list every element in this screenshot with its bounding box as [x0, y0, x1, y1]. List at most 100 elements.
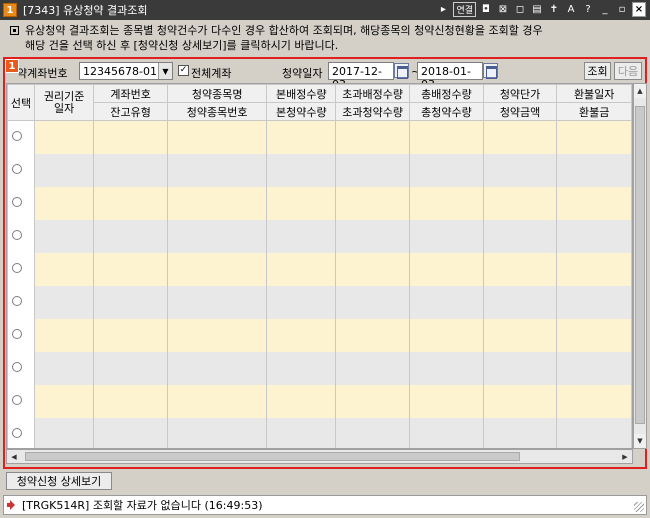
- row-radio[interactable]: [12, 295, 22, 306]
- table-cell: [93, 318, 168, 352]
- row-radio[interactable]: [12, 262, 22, 273]
- table-cell: [166, 417, 268, 448]
- mail-icon[interactable]: ⊠: [496, 2, 510, 17]
- table-cell: [556, 318, 632, 352]
- table-row[interactable]: [7, 219, 632, 253]
- table-cell: [33, 351, 95, 385]
- pin-icon[interactable]: ✝: [547, 2, 561, 17]
- screen-number-icon: 1: [3, 3, 17, 17]
- table-cell: [409, 384, 484, 418]
- table-row[interactable]: [7, 186, 632, 220]
- table-cell: [93, 120, 168, 154]
- vertical-scrollbar[interactable]: ▲ ▼: [633, 83, 647, 449]
- horizontal-scrollbar[interactable]: ◀ ▶: [6, 449, 633, 464]
- table-row[interactable]: [7, 285, 632, 319]
- table-cell: [482, 285, 558, 319]
- table-cell: [556, 153, 632, 187]
- table-cell: [409, 351, 484, 385]
- maximize-icon[interactable]: ▫: [615, 2, 629, 17]
- table-cell: [33, 417, 95, 448]
- calendar-icon[interactable]: [394, 63, 409, 79]
- link-button[interactable]: 연결: [453, 2, 476, 17]
- minimize-icon[interactable]: _: [598, 2, 612, 17]
- next-button[interactable]: 다음: [614, 62, 642, 80]
- table-cell: [482, 252, 558, 286]
- table-cell: [33, 219, 95, 253]
- table-row[interactable]: [7, 318, 632, 352]
- date-from-input[interactable]: 2017-12-03: [328, 62, 394, 91]
- mouse-icon[interactable]: ◘: [479, 2, 493, 17]
- print-icon[interactable]: ▤: [530, 2, 544, 17]
- table-cell: [335, 186, 411, 220]
- col-header-sub-price: 청약단가: [482, 84, 558, 103]
- scroll-right-icon[interactable]: ▶: [618, 450, 632, 463]
- table-cell: [409, 417, 484, 448]
- table-row[interactable]: [7, 384, 632, 418]
- window-icon[interactable]: ◻: [513, 2, 527, 17]
- row-radio[interactable]: [12, 427, 22, 438]
- calendar-icon[interactable]: [483, 63, 498, 79]
- close-icon[interactable]: ×: [632, 2, 646, 17]
- table-row[interactable]: [7, 252, 632, 286]
- table-cell: [266, 252, 337, 286]
- horizontal-scroll-thumb[interactable]: [25, 452, 520, 461]
- date-label: 청약일자: [282, 67, 323, 80]
- subscription-detail-button[interactable]: 청약신청 상세보기: [6, 472, 112, 490]
- table-row[interactable]: [7, 120, 632, 154]
- row-radio[interactable]: [12, 328, 22, 339]
- table-cell: [556, 384, 632, 418]
- all-accounts-checkbox[interactable]: ✓: [178, 65, 189, 76]
- table-cell: [166, 153, 268, 187]
- table-cell: [335, 219, 411, 253]
- title-bar: 1 [7343] 유상청약 결과조회 ▸ 연결 ◘ ⊠ ◻ ▤ ✝ A ? _ …: [0, 0, 650, 20]
- table-cell: [166, 186, 268, 220]
- table-cell: [33, 153, 95, 187]
- row-radio[interactable]: [12, 163, 22, 174]
- row-radio[interactable]: [12, 361, 22, 372]
- search-button[interactable]: 조회: [584, 62, 611, 80]
- row-radio[interactable]: [12, 130, 22, 141]
- row-select-cell: [7, 153, 35, 187]
- date-to-input[interactable]: 2018-01-03: [417, 62, 483, 91]
- scroll-down-icon[interactable]: ▼: [634, 434, 646, 448]
- table-cell: [482, 153, 558, 187]
- col-header-stock-name: 청약종목명: [166, 84, 268, 103]
- row-radio[interactable]: [12, 229, 22, 240]
- account-select[interactable]: 12345678-01 ▼: [79, 62, 173, 80]
- table-cell: [93, 351, 168, 385]
- table-cell: [266, 186, 337, 220]
- scroll-left-icon[interactable]: ◀: [7, 450, 21, 463]
- table-row[interactable]: [7, 417, 632, 448]
- panel-badge-icon: 1: [5, 59, 19, 73]
- table-cell: [166, 219, 268, 253]
- bullet-icon: [10, 26, 19, 35]
- table-cell: [33, 318, 95, 352]
- table-cell: [482, 417, 558, 448]
- table-cell: [335, 153, 411, 187]
- table-cell: [266, 153, 337, 187]
- table-row[interactable]: [7, 351, 632, 385]
- play-icon[interactable]: ▸: [436, 2, 450, 17]
- scroll-up-icon[interactable]: ▲: [634, 84, 646, 98]
- row-select-cell: [7, 384, 35, 418]
- chevron-down-icon[interactable]: ▼: [158, 63, 172, 79]
- table-cell: [93, 252, 168, 286]
- vertical-scroll-thumb[interactable]: [635, 106, 645, 424]
- table-cell: [266, 120, 337, 154]
- col-header-stock-code: 청약종목번호: [166, 102, 268, 121]
- table-cell: [482, 219, 558, 253]
- table-cell: [266, 384, 337, 418]
- row-radio[interactable]: [12, 196, 22, 207]
- info-notice: 유상청약 결과조회는 종목별 청약건수가 다수인 경우 합산하여 조회되며, 해…: [10, 23, 640, 53]
- font-size-icon[interactable]: A: [564, 2, 578, 17]
- table-row[interactable]: [7, 153, 632, 187]
- table-cell: [33, 252, 95, 286]
- header-row-1: 선택 권리기준 일자 계좌번호 청약종목명 본배정수량 초과배정수량 총배정수량…: [7, 84, 632, 121]
- col-header-refund-date: 환불일자: [556, 84, 632, 103]
- help-button[interactable]: ?: [581, 2, 595, 17]
- row-radio[interactable]: [12, 394, 22, 405]
- table-cell: [482, 384, 558, 418]
- table-cell: [266, 219, 337, 253]
- resize-grip-icon[interactable]: [634, 502, 644, 512]
- window-title: [7343] 유상청약 결과조회: [23, 4, 148, 17]
